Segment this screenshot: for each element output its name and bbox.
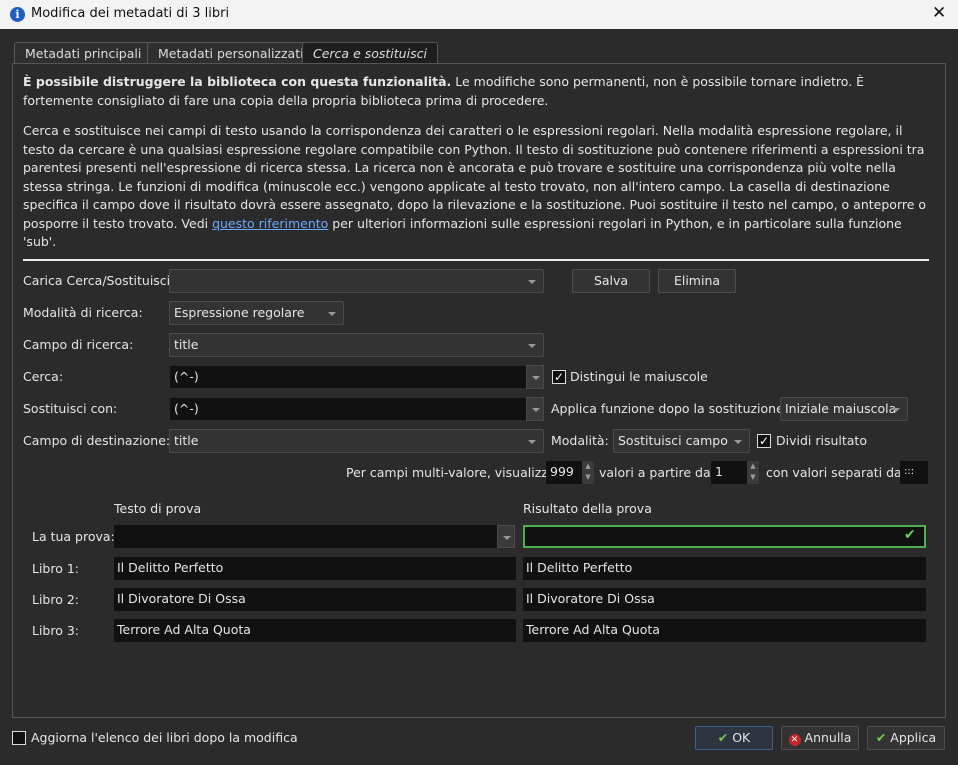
function-label: Applica funzione dopo la sostituzione:: [551, 401, 789, 416]
info-icon: i: [10, 7, 25, 22]
book-test-result: Terrore Ad Alta Quota: [523, 619, 926, 642]
destination-label: Campo di destinazione:: [23, 433, 171, 448]
mode-label: Modalità di ricerca:: [23, 305, 143, 320]
search-label: Cerca:: [23, 369, 64, 384]
start-input[interactable]: 1: [711, 461, 747, 484]
book-test-result: Il Divoratore Di Ossa: [523, 588, 926, 611]
delete-button[interactable]: Elimina: [658, 269, 736, 293]
cancel-label: Annulla: [804, 730, 852, 745]
search-input[interactable]: (^-): [169, 365, 527, 389]
refresh-label: Aggiorna l'elenco dei libri dopo la modi…: [31, 730, 298, 745]
book-label: Libro 2:: [32, 592, 80, 607]
dest-mode-label: Modalità:: [551, 433, 609, 448]
replace-input[interactable]: (^-): [169, 397, 527, 421]
apply-label: Applica: [890, 730, 937, 745]
your-test-dropdown-button[interactable]: [497, 525, 515, 548]
check-icon: ✔: [875, 730, 891, 745]
load-label: Carica Cerca/Sostituisci:: [23, 273, 175, 288]
function-combo[interactable]: Iniziale maiuscola: [780, 397, 908, 421]
book-test-input[interactable]: Terrore Ad Alta Quota: [114, 619, 516, 642]
split-label: Dividi risultato: [776, 433, 867, 448]
search-field-combo[interactable]: title: [169, 333, 544, 357]
replace-dropdown-button[interactable]: [526, 397, 544, 421]
your-test-input[interactable]: [114, 525, 498, 548]
multi-count-input[interactable]: 999: [546, 461, 582, 484]
split-checkbox[interactable]: ✓: [757, 434, 771, 448]
multi-count-spinner[interactable]: ▲ ▼: [582, 461, 594, 484]
case-label: Distingui le maiuscole: [570, 369, 708, 384]
window-title: Modifica dei metadati di 3 libri: [31, 6, 230, 21]
tab-custom-metadata[interactable]: Metadati personalizzati: [147, 42, 315, 64]
apply-button[interactable]: ✔ Applica: [867, 726, 945, 750]
warning-text: È possibile distruggere la biblioteca co…: [23, 73, 938, 110]
check-icon: ✔: [717, 730, 733, 745]
load-combo[interactable]: [169, 269, 544, 293]
case-checkbox[interactable]: ✓: [552, 370, 566, 384]
book-test-result: Il Delitto Perfetto: [523, 557, 926, 580]
search-dropdown-button[interactable]: [526, 365, 544, 389]
description-text: Cerca e sostituisce nei campi di testo u…: [23, 122, 938, 252]
valid-check-icon: ✔: [904, 527, 916, 543]
tab-main-metadata[interactable]: Metadati principali: [14, 42, 153, 64]
close-button[interactable]: ✕: [932, 3, 946, 23]
ok-label: OK: [732, 730, 751, 745]
book-label: Libro 3:: [32, 623, 80, 638]
book-test-input[interactable]: Il Divoratore Di Ossa: [114, 588, 516, 611]
separator-label: con valori separati da: [766, 465, 902, 480]
separator-input[interactable]: :::: [900, 461, 928, 484]
refresh-checkbox[interactable]: [12, 731, 26, 745]
title-bar: i Modifica dei metadati di 3 libri ✕: [0, 0, 958, 29]
start-spinner[interactable]: ▲ ▼: [747, 461, 759, 484]
dest-mode-combo[interactable]: Sostituisci campo: [613, 429, 750, 453]
cancel-icon: ✕: [788, 734, 801, 746]
book-label: Libro 1:: [32, 561, 80, 576]
start-label: valori a partire da: [599, 465, 711, 480]
tab-search-replace[interactable]: Cerca e sostituisci: [302, 42, 438, 65]
cancel-button[interactable]: ✕ Annulla: [781, 726, 859, 750]
replace-label: Sostituisci con:: [23, 401, 118, 416]
warning-bold: È possibile distruggere la biblioteca co…: [23, 74, 452, 89]
test-result-header: Risultato della prova: [523, 501, 652, 516]
mode-combo[interactable]: Espressione regolare: [169, 301, 344, 325]
book-test-input[interactable]: Il Delitto Perfetto: [114, 557, 516, 580]
test-text-header: Testo di prova: [114, 501, 202, 516]
test-result-output: [523, 525, 926, 548]
ok-button[interactable]: ✔ OK: [695, 726, 773, 750]
multi-label: Per campi multi-valore, visualizza: [346, 465, 556, 480]
your-test-label: La tua prova:: [32, 529, 115, 544]
destination-combo[interactable]: title: [169, 429, 544, 453]
reference-link[interactable]: questo riferimento: [212, 216, 328, 231]
save-button[interactable]: Salva: [572, 269, 650, 293]
separator: [23, 259, 929, 261]
description-body: Cerca e sostituisce nei campi di testo u…: [23, 123, 927, 231]
search-field-label: Campo di ricerca:: [23, 337, 134, 352]
